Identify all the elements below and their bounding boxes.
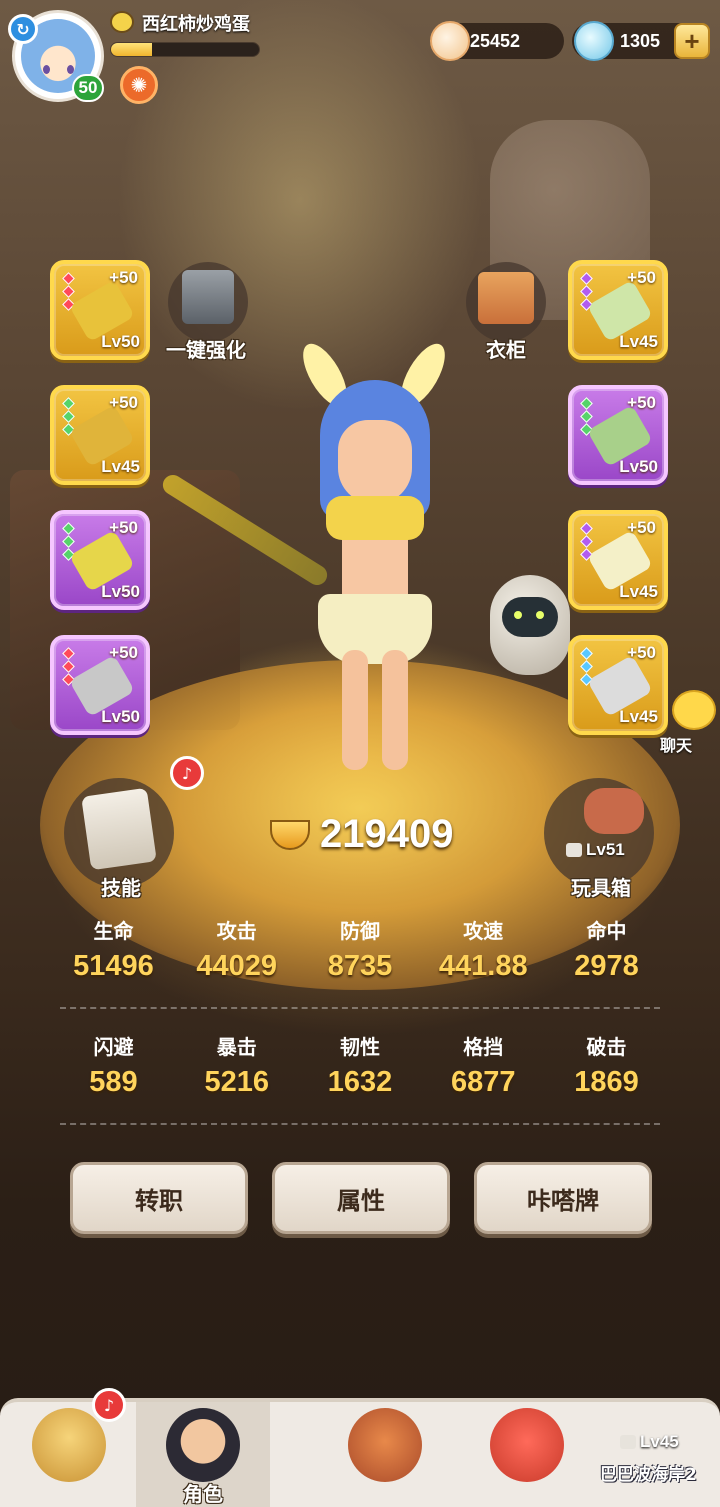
equipment-slot-left-4[interactable]: +50 Lv50 [50,635,150,735]
enhance-level: +50 [627,268,656,287]
stat-attack: 攻击 44029 [196,919,278,982]
enhance-level: +50 [109,393,138,412]
enhance-level: +50 [109,518,138,537]
exp-bar [110,42,260,57]
player-level-badge: 50 [72,74,104,102]
stat-break: 破击 1869 [574,1035,639,1098]
gem-icon [574,21,614,61]
item-level: Lv50 [619,457,658,476]
character-icon [166,1408,240,1482]
enhance-level: +50 [109,643,138,662]
toybox-label: 玩具箱 [571,876,631,900]
wardrobe-icon [478,272,534,324]
emoji-icon [110,11,134,33]
nav-notification-icon: ♪ [92,1388,126,1422]
combat-power-value: 219409 [320,812,454,856]
skill-card-icon [81,787,157,871]
toybox-lock-level: Lv51 [586,840,625,859]
lock-icon [620,1435,636,1449]
player-character[interactable] [290,337,460,790]
refresh-icon[interactable]: ↻ [8,14,38,44]
stat-accuracy: 命中 2978 [574,919,639,982]
enhance-level: +50 [627,643,656,662]
combat-power: 219409 [270,812,453,857]
item-level: Lv50 [101,707,140,726]
gem-amount: 1305 [620,30,661,51]
item-level: Lv45 [101,457,140,476]
stat-dodge: 闪避 589 [89,1035,138,1098]
enhance-button[interactable] [168,262,248,342]
egg-pet[interactable] [490,575,570,675]
enhance-level: +50 [109,268,138,287]
skills-label: 技能 [101,876,141,900]
stat-block: 格挡 6877 [450,1035,516,1098]
card-button[interactable]: 咔嗒牌 [474,1162,652,1234]
item-level: Lv45 [619,332,658,351]
stat-crit: 暴击 5216 [204,1035,269,1098]
chat-icon[interactable] [672,690,716,730]
stat-attack-speed: 攻速 441.88 [438,919,528,982]
action-buttons: 转职 属性 咔嗒牌 [70,1162,652,1234]
hammer-icon [182,270,234,324]
add-gems-button[interactable]: + [674,23,710,59]
power-icon [270,819,310,850]
equipment-slot-left-2[interactable]: +50 Lv45 [50,385,150,485]
stat-hp: 生命 51496 [73,919,154,982]
toybox-lock: Lv51 [566,840,625,860]
equipment-slot-right-4[interactable]: +50 Lv45 [568,635,668,735]
enhance-level: +50 [627,393,656,412]
equipment-slot-right-1[interactable]: +50 Lv45 [568,260,668,360]
boar-icon [584,788,644,834]
exp-fill [111,43,153,56]
totem-icon [348,1408,422,1482]
nav-item-3[interactable] [318,1402,452,1507]
item-level: Lv50 [101,582,140,601]
nav-item-character[interactable]: 角色 [136,1402,270,1507]
attributes-button[interactable]: 属性 [272,1162,450,1234]
shell-icon [430,21,470,61]
player-name: 西红柿炒鸡蛋 [142,14,250,35]
wardrobe-button[interactable] [466,262,546,342]
enhance-label: 一键强化 [166,338,246,362]
shell-currency: 25452 [430,21,564,61]
stats-row-1: 生命 51496 攻击 44029 防御 8735 攻速 441.88 命中 2978 [52,915,668,983]
gem-currency: 1305 + [572,21,710,61]
wardrobe-label: 衣柜 [486,338,526,362]
nav-locked-level: Lv45 [620,1432,679,1452]
dino-icon [490,1408,564,1482]
item-level: Lv50 [101,332,140,351]
equipment-slot-left-1[interactable]: +50 Lv50 [50,260,150,360]
buff-icon[interactable]: ✺ [120,66,158,104]
stat-toughness: 韧性 1632 [327,1035,393,1098]
stats-row-2: 闪避 589 暴击 5216 韧性 1632 格挡 6877 破击 1869 [52,1031,668,1099]
chat-label: 聊天 [660,736,693,755]
stats-panel: 生命 51496 攻击 44029 防御 8735 攻速 441.88 命中 2978 闪… [52,915,668,1147]
nav-locked-area[interactable]: 巴巴波海岸2 [600,1460,697,1485]
equipment-slot-left-3[interactable]: +50 Lv50 [50,510,150,610]
shell-amount: 25452 [470,30,521,51]
enhance-level: +50 [627,518,656,537]
equipment-slot-right-3[interactable]: +50 Lv45 [568,510,668,610]
stats-divider [60,1007,660,1009]
stat-defense: 防御 8735 [327,919,393,982]
lock-icon [566,843,582,857]
stats-divider-bottom [60,1123,660,1125]
equipment-slot-right-2[interactable]: +50 Lv50 [568,385,668,485]
nav-item-4[interactable] [460,1402,594,1507]
item-level: Lv45 [619,707,658,726]
job-change-button[interactable]: 转职 [70,1162,248,1234]
skills-notification-icon: ♪ [170,756,204,790]
straw-creature-icon [32,1408,106,1482]
item-level: Lv45 [619,582,658,601]
